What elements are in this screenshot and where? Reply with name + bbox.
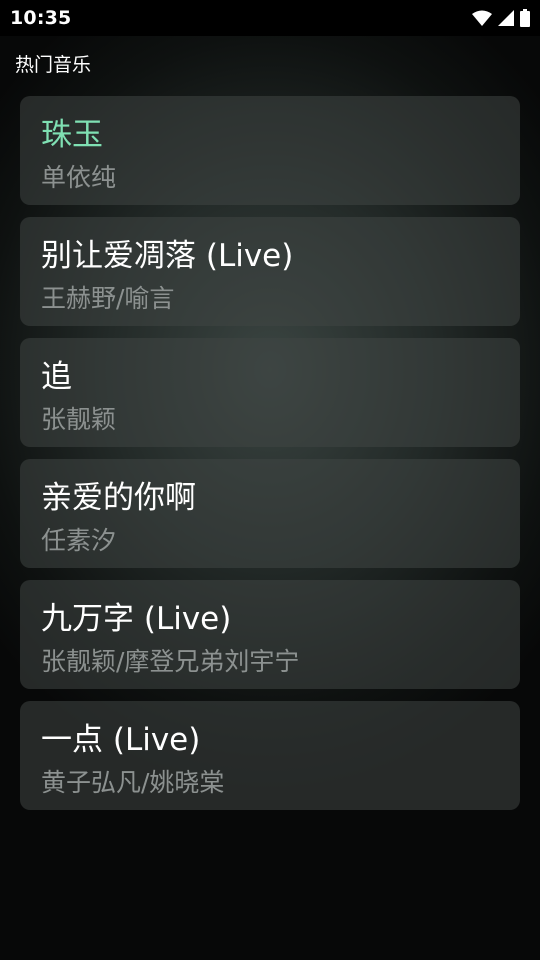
- song-card-5[interactable]: 九万字 (Live) 张靓颖/摩登兄弟刘宇宁: [20, 580, 520, 689]
- cell-signal-icon: [498, 10, 514, 26]
- song-artist: 单依纯: [41, 163, 117, 192]
- song-card-1[interactable]: 珠玉 单依纯: [20, 96, 520, 205]
- song-title: 九万字 (Live): [41, 601, 232, 637]
- song-artist: 黄子弘凡/姚晓棠: [41, 768, 225, 797]
- song-artist: 张靓颖/摩登兄弟刘宇宁: [41, 647, 300, 676]
- song-card-2[interactable]: 别让爱凋落 (Live) 王赫野/喻言: [20, 217, 520, 326]
- song-artist: 任素汐: [41, 526, 117, 555]
- song-artist: 王赫野/喻言: [41, 284, 175, 313]
- song-title: 一点 (Live): [41, 722, 201, 758]
- status-bar: 10:35: [0, 0, 540, 36]
- song-title: 追: [41, 359, 72, 395]
- song-card-4[interactable]: 亲爱的你啊 任素汐: [20, 459, 520, 568]
- song-list: 珠玉 单依纯 别让爱凋落 (Live) 王赫野/喻言 追 张靓颖 亲爱的你啊 任…: [20, 96, 520, 822]
- song-card-6[interactable]: 一点 (Live) 黄子弘凡/姚晓棠: [20, 701, 520, 810]
- status-time: 10:35: [10, 7, 72, 29]
- wifi-icon: [472, 10, 492, 26]
- song-card-3[interactable]: 追 张靓颖: [20, 338, 520, 447]
- battery-icon: [520, 9, 530, 27]
- status-icons: [472, 8, 530, 28]
- song-title: 珠玉: [41, 117, 103, 153]
- page-title: 热门音乐: [15, 54, 92, 76]
- song-artist: 张靓颖: [41, 405, 117, 434]
- song-title: 亲爱的你啊: [41, 480, 196, 516]
- song-title: 别让爱凋落 (Live): [41, 238, 294, 274]
